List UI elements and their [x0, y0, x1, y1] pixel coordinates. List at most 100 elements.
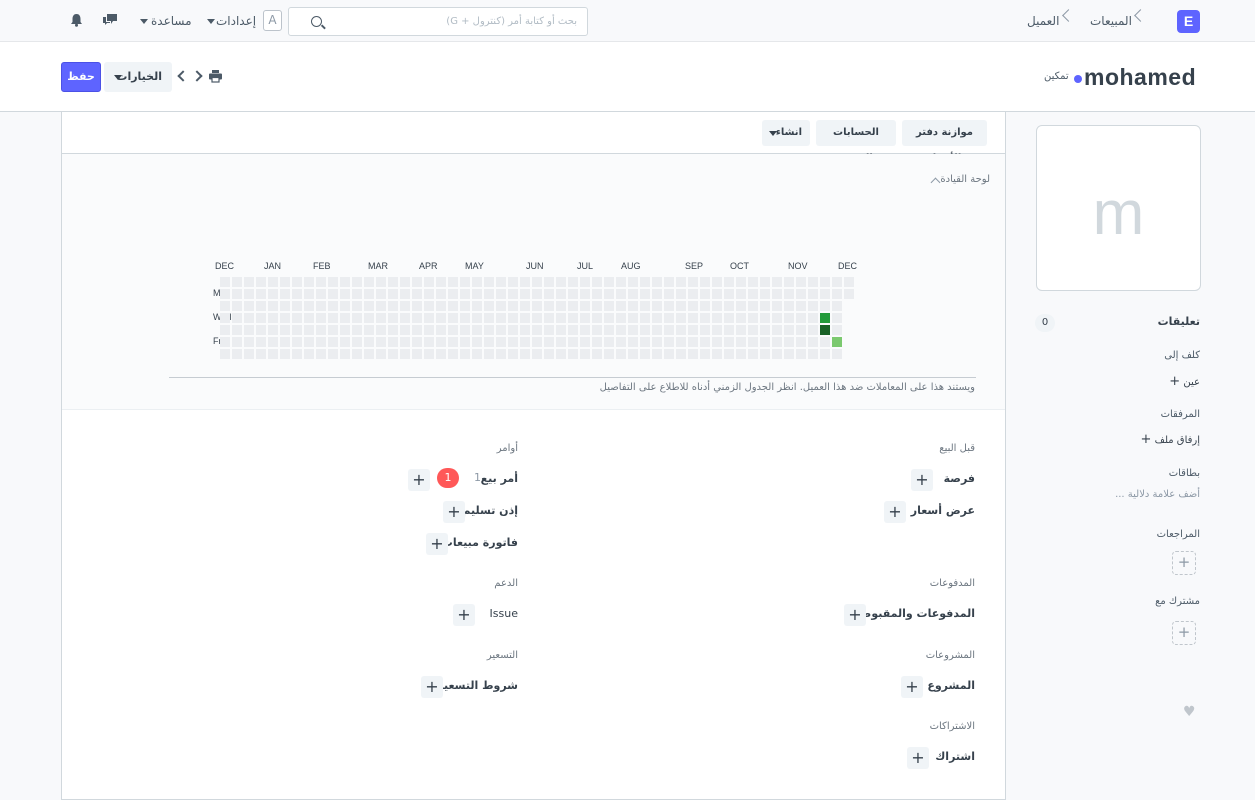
- heatmap-cell[interactable]: [772, 313, 782, 323]
- heatmap-cell[interactable]: [748, 325, 758, 335]
- heatmap-cell[interactable]: [736, 277, 746, 287]
- heatmap-cell[interactable]: [292, 337, 302, 347]
- heatmap-cell[interactable]: [412, 277, 422, 287]
- subscription-link[interactable]: اشتراك: [935, 750, 975, 763]
- quotation-link[interactable]: عرض أسعار: [911, 504, 975, 517]
- heatmap-cell[interactable]: [496, 277, 506, 287]
- heatmap-cell[interactable]: [544, 325, 554, 335]
- heatmap-cell[interactable]: [508, 301, 518, 311]
- heatmap-cell[interactable]: [580, 301, 590, 311]
- heatmap-cell[interactable]: [244, 349, 254, 359]
- heatmap-cell[interactable]: [748, 349, 758, 359]
- heatmap-cell[interactable]: [796, 349, 806, 359]
- heart-icon[interactable]: ♥: [1183, 704, 1196, 720]
- heatmap-cell[interactable]: [628, 301, 638, 311]
- heatmap-cell[interactable]: [508, 289, 518, 299]
- heatmap-cell[interactable]: [340, 289, 350, 299]
- heatmap-cell[interactable]: [448, 289, 458, 299]
- heatmap-cell[interactable]: [664, 289, 674, 299]
- heatmap-cell[interactable]: [484, 349, 494, 359]
- heatmap-cell[interactable]: [244, 313, 254, 323]
- heatmap-cell[interactable]: [712, 301, 722, 311]
- sales-order-link[interactable]: أمر بيع: [481, 472, 518, 485]
- heatmap-cell[interactable]: [376, 325, 386, 335]
- heatmap-cell[interactable]: [388, 301, 398, 311]
- heatmap-cell[interactable]: [832, 277, 842, 287]
- heatmap-cell[interactable]: [460, 349, 470, 359]
- heatmap-cell[interactable]: [304, 301, 314, 311]
- heatmap-cell[interactable]: [376, 349, 386, 359]
- heatmap-cell[interactable]: [808, 313, 818, 323]
- heatmap-cell[interactable]: [460, 325, 470, 335]
- heatmap-cell[interactable]: [664, 325, 674, 335]
- heatmap-cell[interactable]: [316, 277, 326, 287]
- heatmap-cell[interactable]: [604, 337, 614, 347]
- heatmap-cell[interactable]: [592, 313, 602, 323]
- heatmap-cell[interactable]: [760, 337, 770, 347]
- heatmap-cell[interactable]: [712, 277, 722, 287]
- heatmap-cell[interactable]: [568, 349, 578, 359]
- heatmap-cell[interactable]: [712, 337, 722, 347]
- heatmap-cell[interactable]: [700, 289, 710, 299]
- heatmap-cell[interactable]: [424, 289, 434, 299]
- heatmap-cell[interactable]: [328, 289, 338, 299]
- heatmap-cell[interactable]: [280, 289, 290, 299]
- add-payment-button[interactable]: +: [844, 604, 866, 626]
- heatmap-cell[interactable]: [556, 337, 566, 347]
- heatmap-cell[interactable]: [532, 277, 542, 287]
- heatmap-cell[interactable]: [616, 337, 626, 347]
- heatmap-cell[interactable]: [760, 289, 770, 299]
- heatmap-cell[interactable]: [424, 277, 434, 287]
- heatmap-cell[interactable]: [628, 313, 638, 323]
- heatmap-cell[interactable]: [280, 337, 290, 347]
- heatmap-cell[interactable]: [232, 313, 242, 323]
- heatmap-cell[interactable]: [712, 313, 722, 323]
- heatmap-cell[interactable]: [580, 325, 590, 335]
- heatmap-cell[interactable]: [472, 277, 482, 287]
- heatmap-cell[interactable]: [484, 289, 494, 299]
- heatmap-cell[interactable]: [388, 337, 398, 347]
- heatmap-cell[interactable]: [412, 349, 422, 359]
- heatmap-cell[interactable]: [724, 277, 734, 287]
- heatmap-cell[interactable]: [304, 277, 314, 287]
- breadcrumb-selling[interactable]: المبيعات: [1090, 14, 1132, 28]
- heatmap-cell[interactable]: [616, 277, 626, 287]
- heatmap-cell[interactable]: [556, 277, 566, 287]
- heatmap-cell[interactable]: [328, 337, 338, 347]
- heatmap-cell[interactable]: [520, 337, 530, 347]
- create-button[interactable]: انشاء: [762, 120, 810, 146]
- heatmap-cell[interactable]: [592, 337, 602, 347]
- add-pricing-rule-button[interactable]: +: [421, 676, 443, 698]
- save-button[interactable]: حفظ: [61, 62, 101, 92]
- heatmap-cell[interactable]: [496, 325, 506, 335]
- heatmap-cell[interactable]: [700, 277, 710, 287]
- heatmap-cell[interactable]: [448, 325, 458, 335]
- add-sales-order-button[interactable]: +: [408, 469, 430, 491]
- heatmap-cell[interactable]: [244, 301, 254, 311]
- add-delivery-note-button[interactable]: +: [443, 501, 465, 523]
- heatmap-cell[interactable]: [460, 301, 470, 311]
- heatmap-cell[interactable]: [688, 277, 698, 287]
- heatmap-cell[interactable]: [640, 301, 650, 311]
- heatmap-cell[interactable]: [796, 277, 806, 287]
- heatmap-cell[interactable]: [328, 313, 338, 323]
- heatmap-cell[interactable]: [244, 325, 254, 335]
- heatmap-cell[interactable]: [364, 301, 374, 311]
- heatmap-cell[interactable]: [436, 325, 446, 335]
- heatmap-cell[interactable]: [460, 313, 470, 323]
- heatmap-cell[interactable]: [712, 289, 722, 299]
- heatmap-cell[interactable]: [592, 301, 602, 311]
- heatmap-cell[interactable]: [616, 289, 626, 299]
- heatmap-cell[interactable]: [280, 349, 290, 359]
- heatmap-cell[interactable]: [820, 349, 830, 359]
- heatmap-cell[interactable]: [652, 313, 662, 323]
- heatmap-cell[interactable]: [436, 313, 446, 323]
- heatmap-cell[interactable]: [712, 325, 722, 335]
- heatmap-cell[interactable]: [700, 349, 710, 359]
- heatmap-cell[interactable]: [292, 301, 302, 311]
- heatmap-cell[interactable]: [808, 349, 818, 359]
- heatmap-cell[interactable]: [340, 301, 350, 311]
- heatmap-cell[interactable]: [256, 313, 266, 323]
- heatmap-cell[interactable]: [580, 277, 590, 287]
- heatmap-cell[interactable]: [400, 313, 410, 323]
